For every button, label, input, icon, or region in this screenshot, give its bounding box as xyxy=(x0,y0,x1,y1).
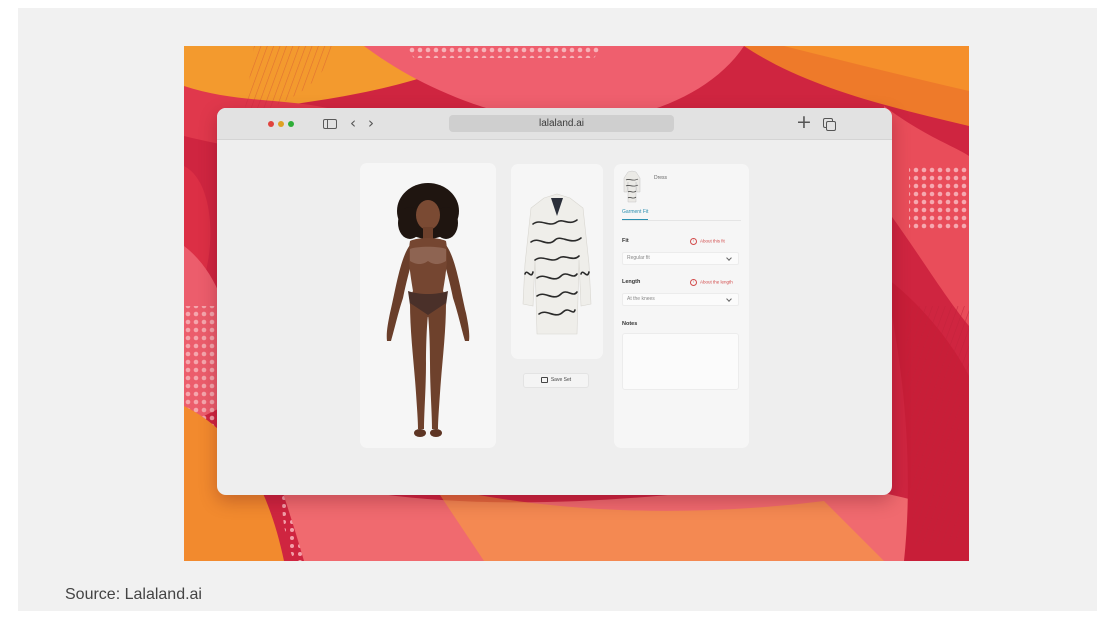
fit-select-value: Regular fit xyxy=(627,255,650,261)
browser-window: ‹ › lalaland.ai + Save Set Dress Garment… xyxy=(217,108,892,495)
fit-label: Fit xyxy=(622,238,629,244)
tab-garment-fit[interactable]: Garment Fit xyxy=(622,209,649,220)
source-caption: Source: Lalaland.ai xyxy=(65,586,202,603)
chevron-right-icon[interactable]: › xyxy=(368,116,374,131)
save-set-button[interactable]: Save Set xyxy=(523,373,589,388)
tab-divider xyxy=(622,220,741,221)
length-select-value: At the knees xyxy=(627,296,655,302)
save-set-label: Save Set xyxy=(550,377,572,383)
plus-icon[interactable]: + xyxy=(796,113,812,132)
about-length-link[interactable]: ! About the length xyxy=(690,279,733,286)
save-icon xyxy=(540,376,548,383)
notes-label: Notes xyxy=(622,321,638,327)
garment-settings-panel: Dress Garment Fit Fit ! About this fit Re… xyxy=(614,164,749,448)
model-card xyxy=(360,163,496,448)
close-window-button[interactable] xyxy=(268,121,274,127)
tabs-icon[interactable] xyxy=(823,118,836,131)
dress-image xyxy=(522,193,592,335)
info-icon: ! xyxy=(690,279,697,286)
chevron-left-icon[interactable]: ‹ xyxy=(350,116,356,131)
sidebar-toggle-icon[interactable] xyxy=(323,119,337,129)
info-icon: ! xyxy=(690,238,697,245)
about-fit-link[interactable]: ! About this fit xyxy=(690,238,725,245)
chevron-down-icon xyxy=(726,255,732,261)
garment-thumbnail xyxy=(623,170,641,203)
about-fit-text: About this fit xyxy=(700,238,725,244)
length-label: Length xyxy=(622,279,641,285)
chevron-down-icon xyxy=(726,296,732,302)
fit-select[interactable]: Regular fit xyxy=(622,252,739,265)
minimize-window-button[interactable] xyxy=(278,121,284,127)
avatar-model-image xyxy=(386,183,470,437)
address-bar[interactable]: lalaland.ai xyxy=(449,115,674,132)
garment-card xyxy=(511,164,603,359)
notes-textarea[interactable] xyxy=(622,333,739,390)
browser-toolbar: ‹ › lalaland.ai + xyxy=(217,108,892,140)
garment-type-label: Dress xyxy=(654,175,668,181)
length-select[interactable]: At the knees xyxy=(622,293,739,306)
about-length-text: About the length xyxy=(700,279,733,285)
maximize-window-button[interactable] xyxy=(288,121,294,127)
